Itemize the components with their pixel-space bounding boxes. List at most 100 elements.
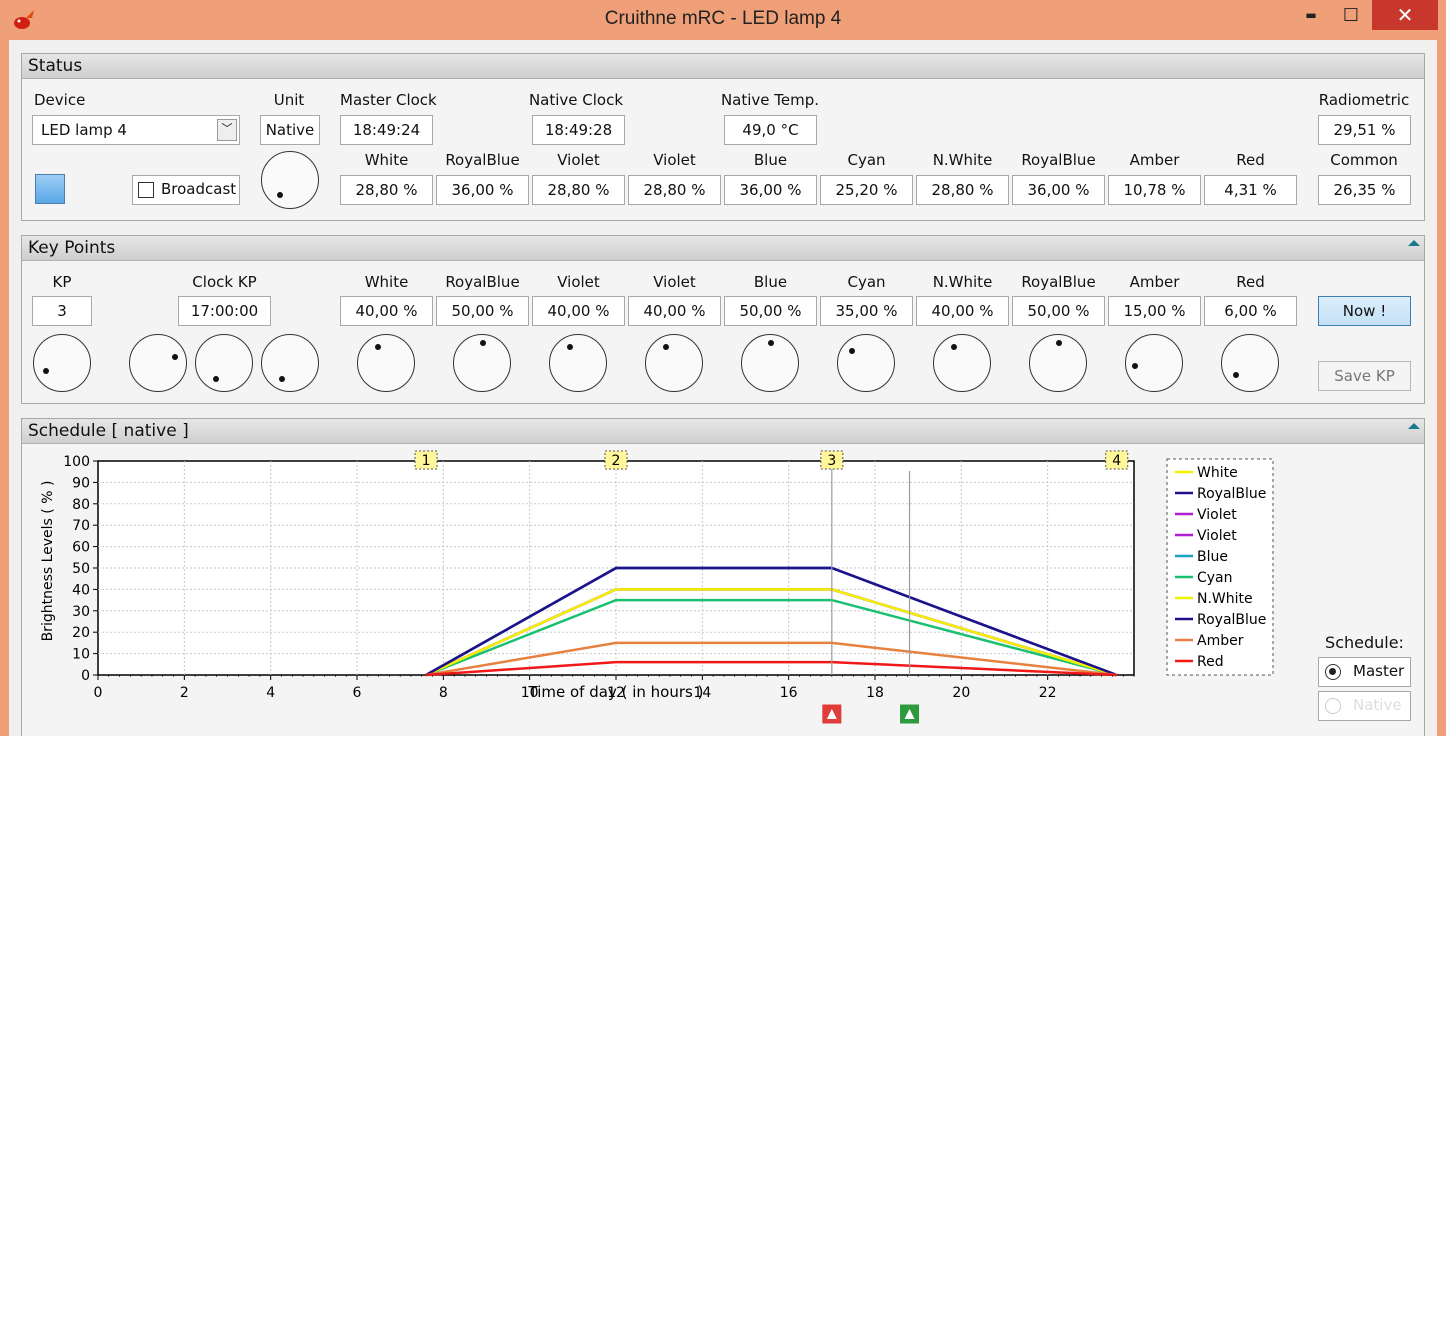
window-title: Cruithne mRC - LED lamp 4 <box>604 8 842 29</box>
status-channel-value[interactable]: 36,00 % <box>1012 175 1105 205</box>
minimize-button[interactable]: ▬ <box>1296 0 1326 30</box>
hour-knob[interactable] <box>129 334 187 392</box>
kp-channel-knob[interactable] <box>741 334 799 392</box>
native-radio[interactable]: Native <box>1318 691 1411 721</box>
status-channel-value[interactable]: 28,80 % <box>340 175 433 205</box>
kp-channel-knob[interactable] <box>933 334 991 392</box>
knob-indicator <box>951 344 957 350</box>
kp-channel-value[interactable]: 50,00 % <box>724 296 817 326</box>
kp-channel-value[interactable]: 6,00 % <box>1204 296 1297 326</box>
legend-entry: Violet <box>1197 528 1237 544</box>
chevron-down-icon[interactable]: ﹀ <box>217 119 237 141</box>
kp-channel-value[interactable]: 40,00 % <box>340 296 433 326</box>
kp-channel-knob[interactable] <box>357 334 415 392</box>
unit-label: Unit <box>273 91 305 109</box>
kp-channel-knob[interactable] <box>645 334 703 392</box>
master-radio[interactable]: Master <box>1318 657 1411 687</box>
legend-entry: White <box>1197 465 1238 481</box>
app-window: Cruithne mRC - LED lamp 4 ▬ ☐ ✕ Status D… <box>0 0 1446 736</box>
close-button[interactable]: ✕ <box>1372 0 1438 30</box>
kp-channel-knob[interactable] <box>453 334 511 392</box>
y-axis-label: Brightness Levels ( % ) <box>40 481 56 642</box>
kp-channel-knob[interactable] <box>549 334 607 392</box>
second-knob[interactable] <box>261 334 319 392</box>
knob-indicator <box>663 344 669 350</box>
knob-indicator <box>213 376 219 382</box>
knob-indicator <box>567 344 573 350</box>
knob-indicator <box>1233 372 1239 378</box>
collapse-arrow-icon[interactable] <box>1408 423 1420 429</box>
kp-channel-knob[interactable] <box>1125 334 1183 392</box>
kp-channel-knob[interactable] <box>1221 334 1279 392</box>
clock-kp-label: Clock KP <box>192 273 257 291</box>
keypoints-panel-header: Key Points <box>22 236 1424 261</box>
legend-entry: Amber <box>1197 633 1244 649</box>
broadcast-checkbox[interactable]: Broadcast <box>132 175 240 205</box>
keypoints-panel: Key Points KP 3 Clock KP 17:00:00 White … <box>21 235 1425 404</box>
status-channel-label: Cyan <box>847 151 886 169</box>
status-channel-value[interactable]: 28,80 % <box>628 175 721 205</box>
native-clock-label: Native Clock <box>528 91 624 109</box>
schedule-panel-header: Schedule [ native ] <box>22 419 1424 444</box>
kp-channel-value[interactable]: 50,00 % <box>436 296 529 326</box>
now-button[interactable]: Now ! <box>1318 296 1411 326</box>
y-tick-label: 20 <box>72 625 90 641</box>
client-area: Status Device LED lamp 4 ﹀ Broadcast Uni… <box>9 40 1437 736</box>
status-channel-value[interactable]: 28,80 % <box>916 175 1009 205</box>
radiometric-field[interactable]: 29,51 % <box>1318 115 1411 145</box>
key-point-label: 4 <box>1112 453 1121 469</box>
knob-indicator <box>1056 340 1062 346</box>
status-channel-value[interactable]: 4,31 % <box>1204 175 1297 205</box>
device-label: Device <box>34 91 86 109</box>
kp-knob[interactable] <box>33 334 91 392</box>
kp-channel-value[interactable]: 40,00 % <box>628 296 721 326</box>
x-tick-label: 8 <box>439 685 448 701</box>
save-kp-button[interactable]: Save KP <box>1318 361 1411 391</box>
kp-channel-value[interactable]: 50,00 % <box>1012 296 1105 326</box>
y-tick-label: 90 <box>72 475 90 491</box>
knob-indicator <box>849 348 855 354</box>
kp-channel-value[interactable]: 40,00 % <box>916 296 1009 326</box>
native-temp-field[interactable]: 49,0 °C <box>724 115 817 145</box>
schedule-source-label: Schedule: <box>1325 633 1404 652</box>
status-panel: Status Device LED lamp 4 ﹀ Broadcast Uni… <box>21 53 1425 221</box>
status-channel-value[interactable]: 25,20 % <box>820 175 913 205</box>
kp-channel-knob[interactable] <box>1029 334 1087 392</box>
kp-field[interactable]: 3 <box>32 296 92 326</box>
schedule-panel-title: Schedule [ native ] <box>28 421 189 441</box>
key-point-label: 1 <box>422 453 431 469</box>
x-axis-label: Time of day ( in hours ) <box>528 683 704 701</box>
kp-channel-value[interactable]: 15,00 % <box>1108 296 1201 326</box>
common-field[interactable]: 26,35 % <box>1318 175 1411 205</box>
status-channel-value[interactable]: 28,80 % <box>532 175 625 205</box>
clock-kp-field[interactable]: 17:00:00 <box>178 296 271 326</box>
x-tick-label: 16 <box>780 685 798 701</box>
status-channel-value[interactable]: 36,00 % <box>436 175 529 205</box>
status-channel-value[interactable]: 36,00 % <box>724 175 817 205</box>
kp-channel-label: White <box>364 273 409 291</box>
kp-channel-value[interactable]: 35,00 % <box>820 296 913 326</box>
native-clock-field[interactable]: 18:49:28 <box>532 115 625 145</box>
collapse-arrow-icon[interactable] <box>1408 240 1420 246</box>
common-label: Common <box>1330 151 1398 169</box>
native-temp-label: Native Temp. <box>720 91 820 109</box>
maximize-button[interactable]: ☐ <box>1336 0 1366 30</box>
unit-field[interactable]: Native <box>260 115 320 145</box>
knob-indicator <box>277 192 283 198</box>
kp-channel-knob[interactable] <box>837 334 895 392</box>
device-select[interactable]: LED lamp 4 ﹀ <box>32 115 240 145</box>
broadcast-label: Broadcast <box>161 180 237 198</box>
title-bar: Cruithne mRC - LED lamp 4 ▬ ☐ ✕ <box>0 0 1446 40</box>
kp-channel-value[interactable]: 40,00 % <box>532 296 625 326</box>
schedule-chart[interactable]: 0 2 4 6 8 10 12 14 16 18 20 22010203040506070809010… <box>22 443 1312 737</box>
minute-knob[interactable] <box>195 334 253 392</box>
unit-knob[interactable] <box>261 151 319 209</box>
kp-channel-label: Violet <box>653 273 696 291</box>
color-indicator-button[interactable] <box>35 174 65 204</box>
status-channel-label: Amber <box>1129 151 1180 169</box>
master-clock-field[interactable]: 18:49:24 <box>340 115 433 145</box>
checkbox-icon[interactable] <box>138 182 154 198</box>
y-tick-label: 60 <box>72 540 90 556</box>
status-channel-value[interactable]: 10,78 % <box>1108 175 1201 205</box>
schedule-panel: Schedule [ native ] 0 2 4 6 8 10 12 14 16 18 20 22 0… <box>21 418 1425 736</box>
